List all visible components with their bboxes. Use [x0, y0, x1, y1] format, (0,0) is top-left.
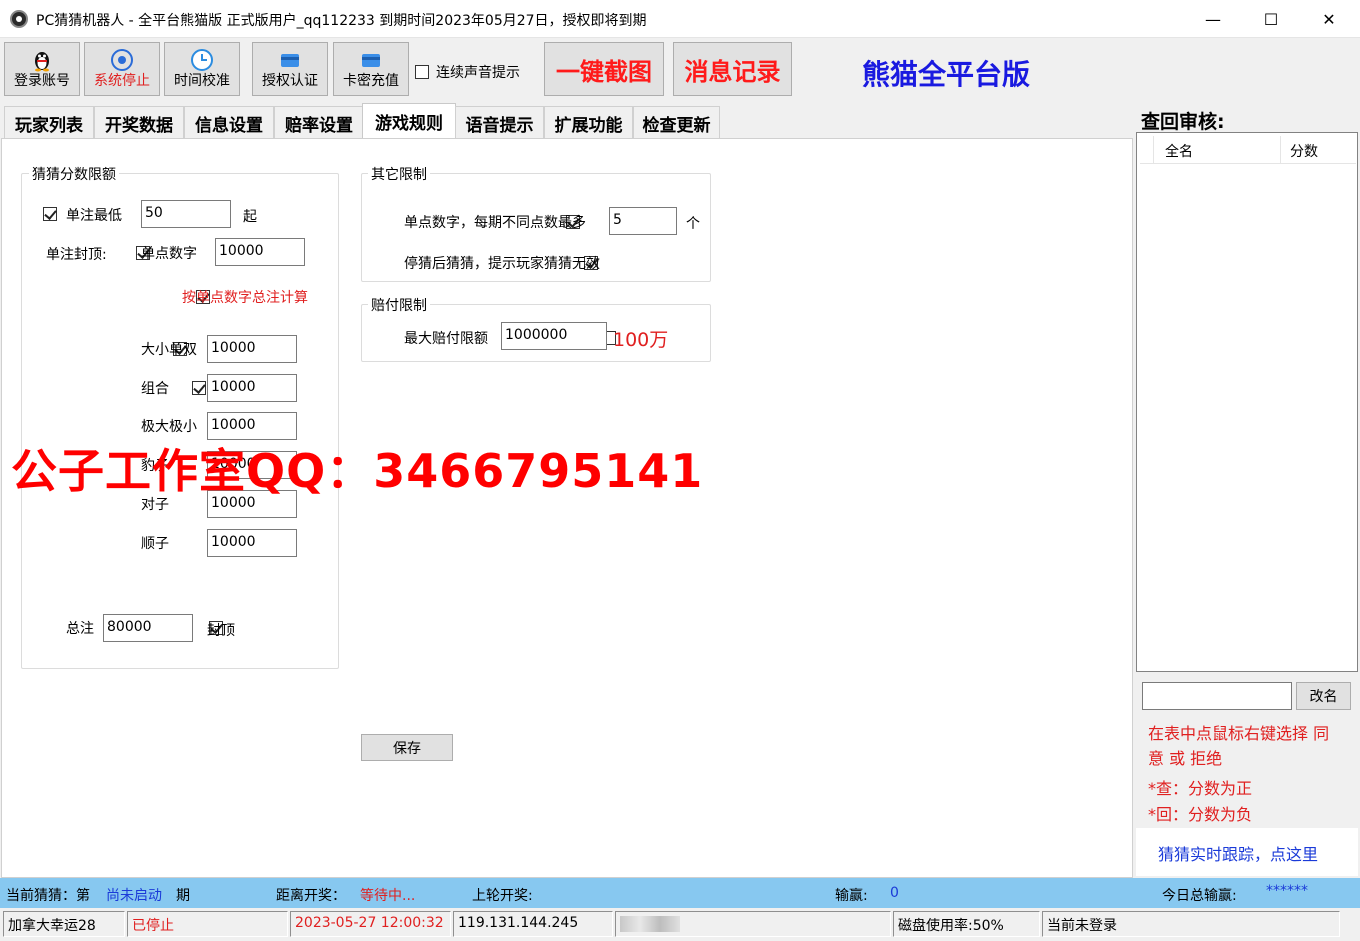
rename-button[interactable]: 改名 — [1296, 682, 1351, 710]
single-num-label: 单点数字 — [141, 246, 197, 262]
sound-checkbox[interactable] — [415, 65, 429, 79]
limit-row-label: 组合 — [141, 381, 169, 397]
other-limits-title: 其它限制 — [368, 164, 430, 184]
today-value: ****** — [1266, 883, 1308, 899]
tab-lottery-data[interactable]: 开奖数据 — [94, 106, 184, 139]
max-payout-label: 最大赔付限额 — [404, 331, 488, 347]
recharge-label: 卡密充值 — [343, 73, 399, 89]
total-input[interactable]: 80000 — [103, 614, 193, 642]
current-period-label: 当前猜猜：第 — [6, 888, 90, 904]
maximize-button[interactable]: ☐ — [1242, 0, 1300, 38]
status-game: 加拿大幸运28 — [3, 911, 125, 937]
payout-title: 赔付限制 — [368, 295, 430, 315]
winloss-value: 0 — [890, 885, 899, 901]
review-hint-line1: 在表中点鼠标右键选择 同 — [1148, 724, 1330, 743]
tracking-link[interactable]: 猜猜实时跟踪，点这里 — [1158, 841, 1318, 865]
limit-row-label: 极大极小 — [141, 419, 197, 435]
tab-info-settings[interactable]: 信息设置 — [184, 106, 274, 139]
single-min-input[interactable]: 50 — [141, 200, 231, 228]
auth-button[interactable]: 授权认证 — [252, 42, 328, 96]
stop-label: 停猜后猜猜，提示玩家猜猜无效 — [404, 256, 600, 272]
tab-extensions[interactable]: 扩展功能 — [544, 106, 633, 139]
single-digit-label: 单点数字，每期不同点数最多 — [404, 215, 586, 231]
tab-voice-prompt[interactable]: 语音提示 — [455, 106, 544, 139]
edition-label: 熊猫全平台版 — [862, 58, 1031, 91]
limit-row-checkbox[interactable] — [191, 381, 206, 395]
recharge-button[interactable]: 卡密充值 — [333, 42, 409, 96]
single-digit-input[interactable]: 5 — [609, 207, 677, 235]
rename-input[interactable] — [1142, 682, 1292, 710]
tab-game-rules[interactable]: 游戏规则 — [362, 103, 456, 139]
status-login: 当前未登录 — [1042, 911, 1340, 937]
watermark-text: 公子工作室QQ：3466795141 — [11, 444, 704, 498]
login-label: 登录账号 — [14, 73, 70, 89]
qq-penguin-icon — [35, 52, 49, 72]
review-table-header: 全名 分数 — [1140, 136, 1356, 164]
single-num-input[interactable]: 10000 — [215, 238, 305, 266]
review-table: 全名 分数 — [1136, 132, 1358, 672]
clock-icon — [191, 49, 213, 71]
card-icon — [281, 54, 299, 67]
close-button[interactable]: ✕ — [1300, 0, 1358, 38]
rule-check: *查：分数为正 — [1148, 779, 1253, 798]
status-state: 已停止 — [127, 911, 288, 937]
limit-row-input[interactable]: 10000 — [207, 335, 297, 363]
login-button[interactable]: 登录账号 — [4, 42, 80, 96]
card-icon — [362, 54, 380, 67]
sound-checkbox-row[interactable]: 连续声音提示 — [415, 62, 520, 82]
tab-player-list[interactable]: 玩家列表 — [4, 106, 94, 139]
rule-return: *回：分数为负 — [1148, 805, 1253, 824]
time-sync-label: 时间校准 — [174, 73, 230, 89]
title-bar: PC猜猜机器人 - 全平台熊猫版 正式版用户_qq112233 到期时间2023… — [0, 0, 1360, 38]
col-name-header[interactable]: 全名 — [1165, 141, 1193, 161]
countdown-label: 距离开奖： — [276, 888, 346, 904]
last-draw-label: 上轮开奖: — [472, 888, 533, 904]
total-suffix: 封顶 — [207, 623, 235, 639]
screenshot-button[interactable]: 一键截图 — [544, 42, 664, 96]
col-score-header[interactable]: 分数 — [1290, 141, 1318, 161]
time-sync-button[interactable]: 时间校准 — [164, 42, 240, 96]
max-payout-input[interactable]: 1000000 — [501, 322, 607, 350]
cap-label: 单注封顶: — [46, 247, 107, 263]
by-single-label: 按单点数字总注计算 — [182, 290, 308, 306]
limit-row-input[interactable]: 10000 — [207, 374, 297, 402]
period-suffix: 期 — [176, 888, 190, 904]
countdown-value: 等待中... — [360, 888, 416, 904]
total-label: 总注 — [66, 621, 94, 637]
window-title: PC猜猜机器人 - 全平台熊猫版 正式版用户_qq112233 到期时间2023… — [36, 13, 647, 29]
save-button[interactable]: 保存 — [361, 734, 453, 761]
status-datetime: 2023-05-27 12:00:32 — [290, 911, 451, 937]
status-blurred — [615, 911, 891, 937]
limit-row-label: 大小单双 — [141, 342, 197, 358]
max-payout-note: 100万 — [613, 329, 669, 351]
stop-circle-icon — [111, 49, 133, 71]
limit-row-label: 顺子 — [141, 536, 169, 552]
review-title: 查回审核: — [1141, 111, 1225, 133]
blurred-region — [620, 916, 680, 932]
limit-row-input[interactable]: 10000 — [207, 529, 297, 557]
tab-odds-settings[interactable]: 赔率设置 — [274, 106, 364, 139]
single-digit-suffix: 个 — [686, 216, 700, 232]
system-stop-button[interactable]: 系统停止 — [84, 42, 160, 96]
game-status-bar — [0, 878, 1360, 908]
single-min-label: 单注最低 — [66, 208, 122, 224]
status-disk: 磁盘使用率:50% — [893, 911, 1040, 937]
tab-check-update[interactable]: 检查更新 — [633, 106, 720, 139]
winloss-label: 输赢: — [835, 888, 868, 904]
score-limits-title: 猜猜分数限额 — [29, 164, 119, 184]
single-min-suffix: 起 — [243, 209, 257, 225]
limit-row-input[interactable]: 10000 — [207, 412, 297, 440]
single-min-checkbox[interactable] — [43, 207, 57, 221]
review-hint-line2: 意 或 拒绝 — [1148, 749, 1223, 768]
sound-label: 连续声音提示 — [436, 65, 520, 81]
minimize-button[interactable]: — — [1184, 0, 1242, 38]
current-period-value: 尚未启动 — [106, 888, 162, 904]
app-icon — [10, 10, 28, 28]
auth-label: 授权认证 — [262, 73, 318, 89]
messages-button[interactable]: 消息记录 — [673, 42, 792, 96]
today-label: 今日总输赢: — [1162, 888, 1237, 904]
status-ip: 119.131.144.245 — [453, 911, 613, 937]
system-stop-label: 系统停止 — [94, 73, 150, 89]
